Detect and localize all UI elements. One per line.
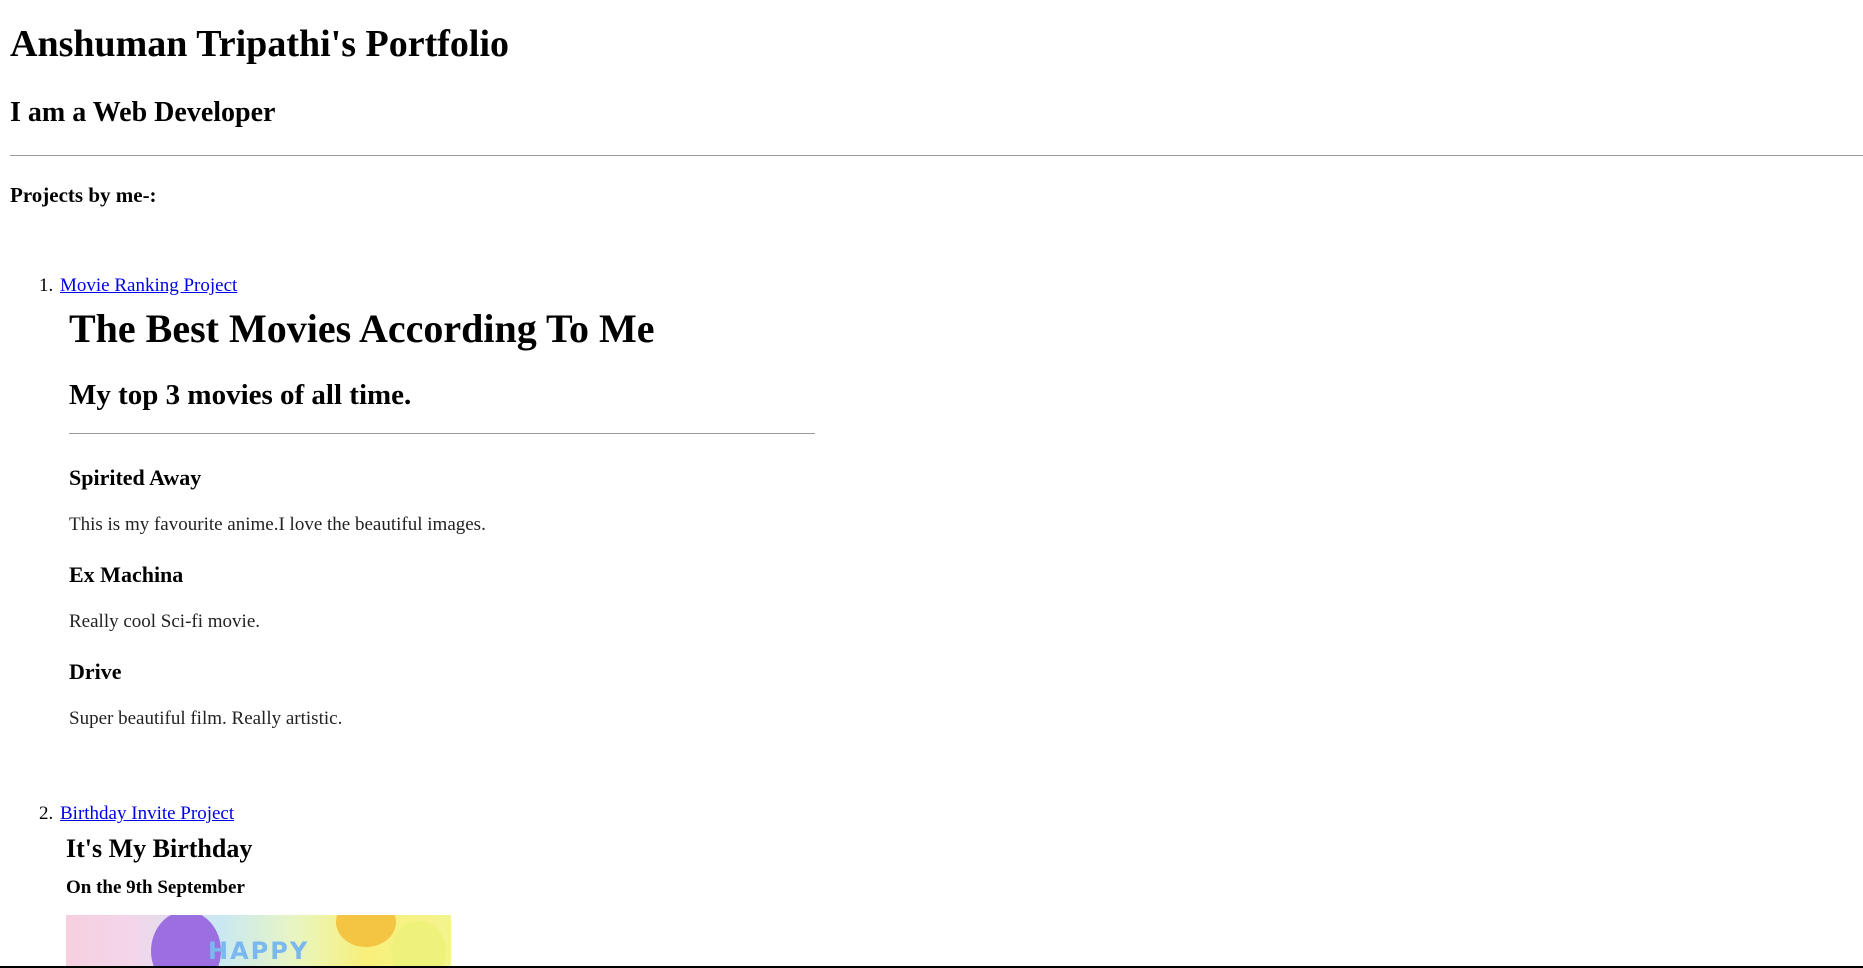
list-number: 1. xyxy=(39,275,54,296)
birthday-invite-project-link[interactable]: Birthday Invite Project xyxy=(60,803,234,826)
movies-subtitle: My top 3 movies of all time. xyxy=(69,379,412,411)
movie-ranking-project-link[interactable]: Movie Ranking Project xyxy=(60,275,237,298)
movie-description: Really cool Sci-fi movie. xyxy=(69,611,261,632)
horizontal-divider xyxy=(10,155,1863,156)
movies-divider xyxy=(69,433,815,434)
page-title: Anshuman Tripathi's Portfolio xyxy=(10,23,510,65)
list-number: 2. xyxy=(39,803,54,824)
movie-title: Drive xyxy=(69,659,122,684)
light-balloon xyxy=(391,921,446,968)
yellow-balloon xyxy=(336,915,396,947)
movie-description: This is my favourite anime.I love the be… xyxy=(69,514,486,535)
movie-title: Spirited Away xyxy=(69,465,202,490)
movie-description: Super beautiful film. Really artistic. xyxy=(69,708,343,729)
birthday-image: HAPPY xyxy=(66,915,451,968)
movie-ranking-preview: The Best Movies According To Me My top 3… xyxy=(69,305,829,745)
happy-text: HAPPY xyxy=(208,937,310,965)
birthday-invite-preview: It's My Birthday On the 9th September HA… xyxy=(66,833,486,968)
portfolio-page: Anshuman Tripathi's Portfolio I am a Web… xyxy=(0,0,1863,968)
movies-title: The Best Movies According To Me xyxy=(69,306,655,351)
birthday-date: On the 9th September xyxy=(66,877,245,898)
page-subtitle: I am a Web Developer xyxy=(10,97,276,128)
movie-title: Ex Machina xyxy=(69,562,184,587)
projects-heading: Projects by me-: xyxy=(10,183,157,207)
birthday-title: It's My Birthday xyxy=(66,834,253,863)
